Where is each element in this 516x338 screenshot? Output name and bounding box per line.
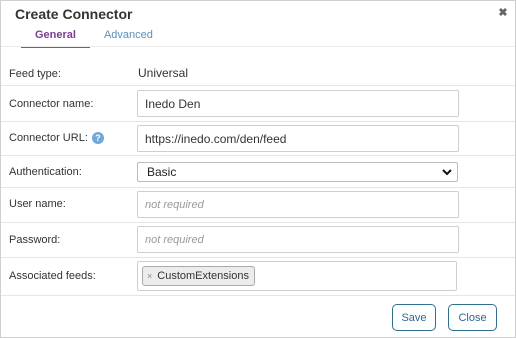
feed-type-label: Feed type: [9, 68, 61, 80]
associated-feeds-label: Associated feeds: [9, 270, 96, 282]
dialog-title: Create Connector [15, 6, 133, 22]
feed-tag: × CustomExtensions [142, 266, 255, 286]
user-name-input[interactable]: not required [137, 191, 459, 218]
user-name-row: User name: not required [1, 188, 515, 223]
feed-tag-label: CustomExtensions [157, 270, 249, 282]
authentication-selected-value: Basic [147, 165, 177, 179]
close-button[interactable]: Close [448, 304, 497, 331]
password-label: Password: [9, 234, 61, 246]
chevron-down-icon [442, 169, 452, 176]
close-icon[interactable]: ✖ [497, 7, 509, 19]
tab-divider [1, 46, 515, 47]
connector-name-label: Connector name: [9, 98, 94, 110]
connector-url-input[interactable]: https://inedo.com/den/feed [137, 125, 459, 152]
remove-tag-icon[interactable]: × [147, 271, 152, 281]
authentication-label: Authentication: [9, 166, 82, 178]
create-connector-dialog: Create Connector ✖ General Advanced Feed… [0, 0, 516, 338]
row-divider [1, 295, 515, 296]
connector-name-row: Connector name: Inedo Den [1, 86, 515, 122]
password-input[interactable]: not required [137, 226, 459, 253]
connector-url-label: Connector URL: ? [9, 132, 104, 144]
feed-type-row: Feed type: Universal [1, 59, 515, 86]
connector-name-input[interactable]: Inedo Den [137, 90, 459, 117]
connector-url-label-text: Connector URL: [9, 132, 88, 144]
feed-type-value: Universal [138, 66, 189, 80]
user-name-label: User name: [9, 198, 66, 210]
associated-feeds-input[interactable]: × CustomExtensions [137, 261, 457, 291]
connector-url-row: Connector URL: ? https://inedo.com/den/f… [1, 122, 515, 156]
save-button[interactable]: Save [392, 304, 436, 331]
help-icon[interactable]: ? [91, 132, 104, 144]
authentication-row: Authentication: Basic [1, 156, 515, 188]
associated-feeds-row: Associated feeds: × CustomExtensions [1, 258, 515, 296]
password-row: Password: not required [1, 223, 515, 258]
authentication-select[interactable]: Basic [137, 162, 458, 182]
